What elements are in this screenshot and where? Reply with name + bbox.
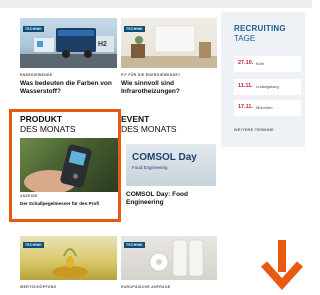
article-category: WERTSCHÖPFUNG xyxy=(20,285,57,289)
product-highlight-frame xyxy=(9,109,121,222)
event-heading: EVENT xyxy=(121,114,150,124)
article-card-hydrogen[interactable]: H2 TECHNIK ENERGIEWENDE Was bedeuten die… xyxy=(20,18,117,113)
tag-badge: TECHNIK xyxy=(124,242,145,248)
top-bar xyxy=(0,0,312,8)
recruiting-city: Köln xyxy=(256,61,265,66)
article-image: TECHNIK xyxy=(20,236,117,280)
svg-text:H2: H2 xyxy=(98,41,107,48)
article-image: H2 TECHNIK xyxy=(20,18,117,68)
article-category: FIT FÜR DIE ENERGIEWENDE? xyxy=(121,73,181,77)
recruiting-date: 27.10. xyxy=(238,60,254,66)
event-banner-brand: COMSOL Day xyxy=(132,152,197,163)
article-card-infrared[interactable]: TECHNIK FIT FÜR DIE ENERGIEWENDE? Wie si… xyxy=(121,18,217,113)
article-image: TECHNIK xyxy=(121,18,217,68)
article-card-bottom-2[interactable]: TECHNIK EUROPÄISCHE ANFRAGE xyxy=(121,236,217,293)
event-subheading: DES MONATS xyxy=(121,124,177,134)
event-banner-subtitle: Food Engineering xyxy=(132,165,168,170)
event-of-month[interactable]: EVENT DES MONATS COMSOL Day Food Enginee… xyxy=(121,114,217,214)
tag-badge: TECHNIK xyxy=(23,242,44,248)
more-dates-link[interactable]: WEITERE TERMINE xyxy=(234,128,274,132)
event-title[interactable]: COMSOL Day: Food Engineering xyxy=(126,191,216,207)
article-category: EUROPÄISCHE ANFRAGE xyxy=(121,285,171,289)
recruiting-city: München xyxy=(256,105,273,110)
article-card-bottom-1[interactable]: TECHNIK WERTSCHÖPFUNG xyxy=(20,236,117,293)
article-category: ENERGIEWENDE xyxy=(20,73,53,77)
recruiting-subtitle: TAGE xyxy=(234,34,256,43)
event-banner: COMSOL Day Food Engineering xyxy=(126,144,216,186)
arrow-down-icon xyxy=(260,238,304,295)
recruiting-date: 11.11. xyxy=(238,83,253,89)
tag-badge: TECHNIK xyxy=(23,26,44,32)
recruiting-date: 17.11. xyxy=(238,104,253,110)
recruiting-title: RECRUITING xyxy=(234,24,286,33)
article-image: TECHNIK xyxy=(121,236,217,280)
article-title[interactable]: Wie sinnvoll sind Infrarotheizungen? xyxy=(121,80,213,96)
recruiting-date-item[interactable]: 11.11. Ludwigsburg xyxy=(234,79,301,95)
recruiting-date-item[interactable]: 27.10. Köln xyxy=(234,56,301,72)
tag-badge: TECHNIK xyxy=(124,26,145,32)
recruiting-date-item[interactable]: 17.11. München xyxy=(234,100,301,116)
recruiting-city: Ludwigsburg xyxy=(256,84,279,89)
article-title[interactable]: Was bedeuten die Farben von Wasserstoff? xyxy=(20,80,116,96)
